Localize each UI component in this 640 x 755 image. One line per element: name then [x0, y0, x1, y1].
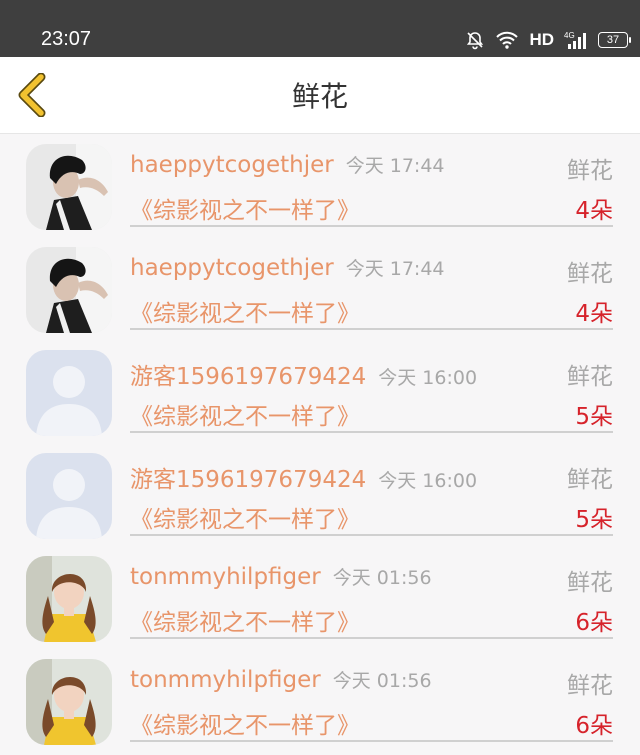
list-item-detail: 《综影视之不一样了》 6朵 — [130, 706, 613, 739]
avatar[interactable] — [26, 659, 112, 745]
flower-count: 6朵 — [575, 610, 613, 636]
flower-count: 4朵 — [575, 198, 613, 224]
avatar[interactable] — [26, 556, 112, 642]
header-bar: 鲜花 — [0, 57, 640, 134]
book-title[interactable]: 《综影视之不一样了》 — [130, 404, 360, 430]
avatar[interactable] — [26, 350, 112, 436]
book-title[interactable]: 《综影视之不一样了》 — [130, 713, 360, 739]
timestamp: 今天 17:44 — [345, 155, 445, 177]
page-title: 鲜花 — [291, 80, 348, 113]
battery-icon: 37 — [598, 32, 631, 48]
avatar-default-silhouette-icon — [26, 453, 112, 539]
list-item-header: tonmmyhilpfiger 今天 01:56 鲜花 — [130, 563, 613, 596]
flower-list: haeppytcogethjer 今天 17:44 鲜花 《综影视之不一样了》 4… — [0, 135, 640, 753]
timestamp: 今天 01:56 — [332, 567, 432, 589]
username[interactable]: haeppytcogethjer — [130, 255, 334, 281]
avatar[interactable] — [26, 144, 112, 230]
list-item-detail: 《综影视之不一样了》 4朵 — [130, 294, 613, 327]
signal-4g-icon: 4G — [564, 30, 588, 50]
list-item-detail: 《综影视之不一样了》 5朵 — [130, 500, 613, 533]
status-icons: HD 4G 37 — [465, 28, 631, 52]
network-hd-label: HD — [529, 30, 554, 49]
timestamp: 今天 17:44 — [345, 258, 445, 280]
status-time: 23:07 — [41, 28, 92, 50]
wifi-icon — [495, 30, 519, 50]
list-item-content: haeppytcogethjer 今天 17:44 鲜花 《综影视之不一样了》 4… — [130, 135, 613, 227]
gift-type-label: 鲜花 — [567, 261, 613, 287]
avatar-girl-photo-icon — [26, 556, 112, 642]
list-item-header: haeppytcogethjer 今天 17:44 鲜花 — [130, 151, 613, 184]
flower-count: 6朵 — [575, 713, 613, 739]
avatar-man-photo-icon — [26, 247, 112, 333]
list-item-header: haeppytcogethjer 今天 17:44 鲜花 — [130, 254, 613, 287]
list-item[interactable]: tonmmyhilpfiger 今天 01:56 鲜花 《综影视之不一样了》 6朵 — [0, 650, 640, 753]
timestamp: 今天 16:00 — [378, 367, 478, 389]
flower-count: 5朵 — [575, 507, 613, 533]
username[interactable]: haeppytcogethjer — [130, 152, 334, 178]
list-item-header: tonmmyhilpfiger 今天 01:56 鲜花 — [130, 666, 613, 699]
list-item[interactable]: haeppytcogethjer 今天 17:44 鲜花 《综影视之不一样了》 4… — [0, 135, 640, 238]
avatar[interactable] — [26, 247, 112, 333]
list-item-header: 游客1596197679424 今天 16:00 鲜花 — [130, 357, 613, 390]
list-item[interactable]: haeppytcogethjer 今天 17:44 鲜花 《综影视之不一样了》 4… — [0, 238, 640, 341]
bell-mute-icon — [465, 30, 485, 50]
timestamp: 今天 01:56 — [332, 670, 432, 692]
book-title[interactable]: 《综影视之不一样了》 — [130, 610, 360, 636]
flower-count: 4朵 — [575, 301, 613, 327]
book-title[interactable]: 《综影视之不一样了》 — [130, 301, 360, 327]
book-title[interactable]: 《综影视之不一样了》 — [130, 198, 360, 224]
list-item-content: tonmmyhilpfiger 今天 01:56 鲜花 《综影视之不一样了》 6朵 — [130, 547, 613, 639]
flower-count: 5朵 — [575, 404, 613, 430]
list-item-detail: 《综影视之不一样了》 5朵 — [130, 397, 613, 430]
list-item-content: tonmmyhilpfiger 今天 01:56 鲜花 《综影视之不一样了》 6朵 — [130, 650, 613, 742]
list-item-header: 游客1596197679424 今天 16:00 鲜花 — [130, 460, 613, 493]
username[interactable]: tonmmyhilpfiger — [130, 564, 321, 590]
avatar-man-photo-icon — [26, 144, 112, 230]
list-item[interactable]: 游客1596197679424 今天 16:00 鲜花 《综影视之不一样了》 5朵 — [0, 341, 640, 444]
gift-type-label: 鲜花 — [567, 467, 613, 493]
list-item[interactable]: 游客1596197679424 今天 16:00 鲜花 《综影视之不一样了》 5朵 — [0, 444, 640, 547]
list-item-content: 游客1596197679424 今天 16:00 鲜花 《综影视之不一样了》 5朵 — [130, 341, 613, 433]
svg-text:4G: 4G — [564, 31, 575, 40]
list-item-detail: 《综影视之不一样了》 4朵 — [130, 191, 613, 224]
list-item[interactable]: tonmmyhilpfiger 今天 01:56 鲜花 《综影视之不一样了》 6朵 — [0, 547, 640, 650]
gift-type-label: 鲜花 — [567, 364, 613, 390]
avatar[interactable] — [26, 453, 112, 539]
book-title[interactable]: 《综影视之不一样了》 — [130, 507, 360, 533]
list-item-content: 游客1596197679424 今天 16:00 鲜花 《综影视之不一样了》 5朵 — [130, 444, 613, 536]
timestamp: 今天 16:00 — [378, 470, 478, 492]
avatar-girl-photo-icon — [26, 659, 112, 745]
gift-type-label: 鲜花 — [567, 570, 613, 596]
gift-type-label: 鲜花 — [567, 673, 613, 699]
gift-type-label: 鲜花 — [567, 158, 613, 184]
avatar-default-silhouette-icon — [26, 350, 112, 436]
list-item-detail: 《综影视之不一样了》 6朵 — [130, 603, 613, 636]
status-bar: 23:07 HD 4G 37 — [0, 0, 640, 57]
username[interactable]: tonmmyhilpfiger — [130, 667, 321, 693]
username[interactable]: 游客1596197679424 — [130, 467, 366, 493]
list-item-content: haeppytcogethjer 今天 17:44 鲜花 《综影视之不一样了》 4… — [130, 238, 613, 330]
username[interactable]: 游客1596197679424 — [130, 364, 366, 390]
